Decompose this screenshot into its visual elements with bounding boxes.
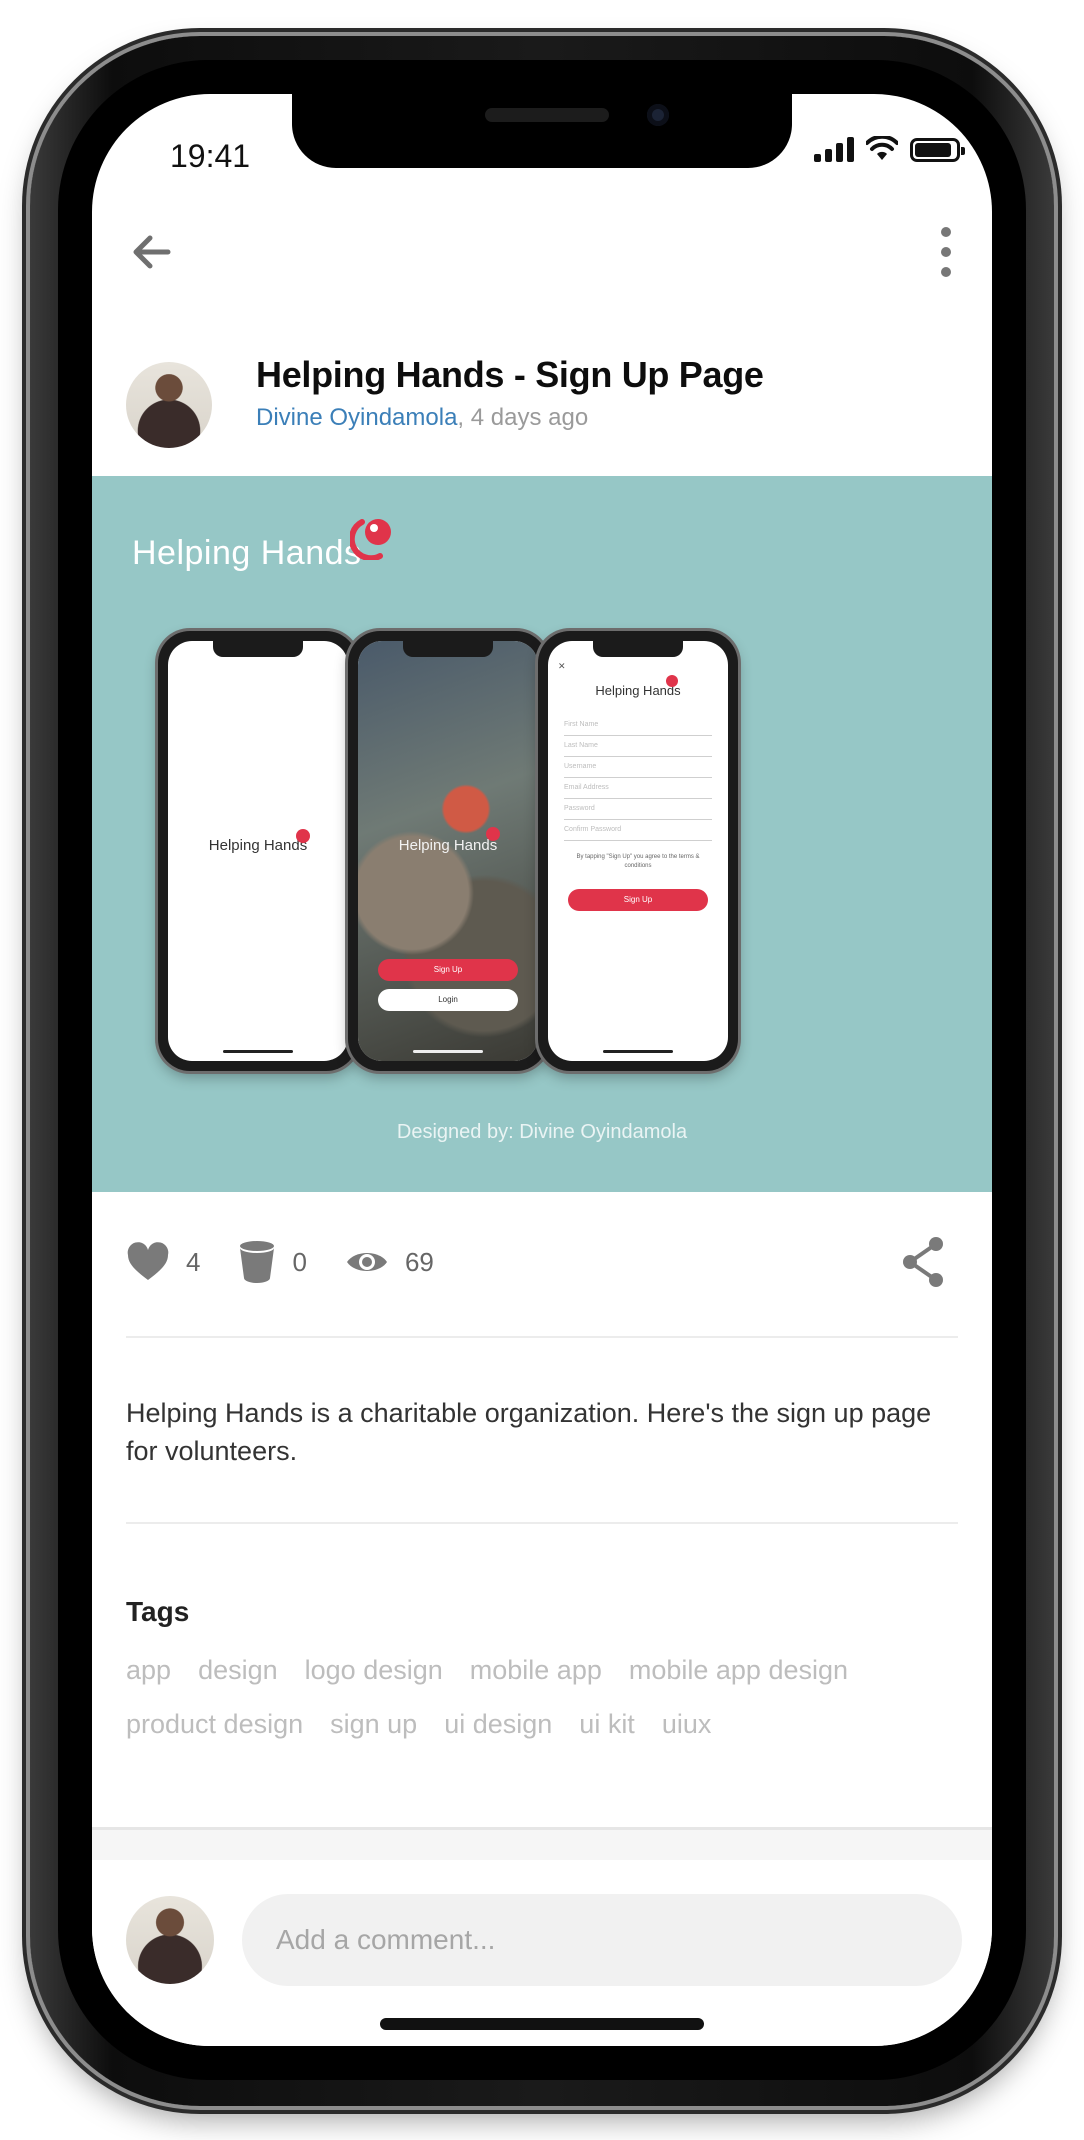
shot-image[interactable]: Helping Hands Helping Hands Helping Hand… <box>92 476 992 1192</box>
tag-list: app design logo design mobile app mobile app… <box>126 1652 966 1742</box>
tag-item[interactable]: product design <box>126 1706 303 1742</box>
bucket-icon[interactable] <box>238 1240 276 1284</box>
battery-icon <box>910 138 965 162</box>
mockup-notch <box>213 641 303 657</box>
phone-screen: 19:41 Helping Hands - Sign Up Page Divin… <box>92 94 992 2046</box>
bucket-stat[interactable]: 0 <box>238 1240 307 1284</box>
author-link[interactable]: Divine Oyindamola <box>256 404 457 431</box>
tag-item[interactable]: logo design <box>305 1652 443 1688</box>
mockup-signup-form: ✕ Helping Hands First Name Last Name Use… <box>538 631 738 1071</box>
view-stat: 69 <box>345 1247 434 1278</box>
mockup-field: Username <box>564 763 712 778</box>
mockup-field: First Name <box>564 721 712 736</box>
notch <box>292 94 792 168</box>
mockup-home-indicator <box>223 1050 293 1053</box>
tag-item[interactable]: mobile app <box>470 1652 602 1688</box>
arrow-left-icon[interactable] <box>124 224 180 280</box>
like-stat[interactable]: 4 <box>126 1242 200 1282</box>
mockup-close-icon: ✕ <box>558 661 566 671</box>
designed-by-credit: Designed by: Divine Oyindamola <box>396 1121 688 1143</box>
view-count: 69 <box>404 1246 434 1277</box>
mockup-login-button: Login <box>378 989 518 1011</box>
mockup-signup-button: Sign Up <box>568 889 708 911</box>
comment-bar-separator <box>92 1830 992 1860</box>
bucket-count: 0 <box>292 1246 307 1277</box>
shot-meta: Divine Oyindamola, 4 days ago <box>256 404 588 432</box>
tag-item[interactable]: design <box>198 1652 278 1688</box>
divider <box>126 1336 958 1338</box>
mockup-home-indicator <box>413 1050 483 1053</box>
heart-icon[interactable] <box>126 1242 170 1282</box>
author-avatar[interactable] <box>126 362 212 448</box>
mockup-notch <box>593 641 683 657</box>
mockup-screen: ✕ Helping Hands First Name Last Name Use… <box>548 641 728 1061</box>
logo-dot-icon <box>486 827 500 841</box>
mockup-logo: Helping Hands <box>595 683 681 698</box>
tag-item[interactable]: ui design <box>444 1706 552 1742</box>
logo-dot-icon <box>666 675 678 687</box>
signal-icon <box>814 136 854 162</box>
tag-item[interactable]: ui kit <box>579 1706 635 1742</box>
earpiece <box>485 108 609 122</box>
status-time: 19:41 <box>170 138 251 174</box>
status-icons <box>814 136 965 162</box>
mockup-splash: Helping Hands <box>158 631 358 1071</box>
mockup-home-indicator <box>603 1050 673 1053</box>
mockup-screen: Helping Hands Sign Up Login <box>358 641 538 1061</box>
tag-item[interactable]: mobile app design <box>629 1652 848 1688</box>
mockup-field: Email Address <box>564 784 712 799</box>
share-icon[interactable] <box>898 1234 948 1290</box>
preview-logo-text: Helping Hands <box>132 534 362 572</box>
mockup-field: Confirm Password <box>564 826 712 841</box>
logo-dot-icon <box>296 829 310 843</box>
home-indicator[interactable] <box>380 2018 704 2030</box>
tags-heading: Tags <box>126 1596 190 1627</box>
tag-item[interactable]: sign up <box>330 1706 417 1742</box>
mockup-logo: Helping Hands <box>208 837 308 854</box>
mockup-signup-button: Sign Up <box>378 959 518 981</box>
tag-item[interactable]: app <box>126 1652 171 1688</box>
battery-level <box>915 143 951 157</box>
eye-icon <box>346 1253 387 1271</box>
wifi-icon <box>866 136 898 160</box>
shot-title: Helping Hands - Sign Up Page <box>256 354 764 395</box>
more-vertical-icon[interactable] <box>926 222 966 282</box>
comment-input[interactable] <box>242 1894 962 1986</box>
logo-mark-icon <box>350 519 391 560</box>
mockup-notch <box>403 641 493 657</box>
shot-time-ago: 4 days ago <box>464 404 589 431</box>
mockup-welcome: Helping Hands Sign Up Login <box>348 631 548 1071</box>
front-camera <box>647 104 669 126</box>
current-user-avatar <box>126 1896 214 1984</box>
mockup-logo: Helping Hands <box>398 837 498 854</box>
shot-description: Helping Hands is a charitable organizati… <box>126 1398 932 1466</box>
mockup-field: Last Name <box>564 742 712 757</box>
comment-bar <box>92 1827 992 2046</box>
shot-stats: 4 0 69 <box>126 1240 472 1284</box>
mockup-terms: By tapping "Sign Up" you agree to the te… <box>576 854 700 869</box>
mockup-field: Password <box>564 805 712 820</box>
divider <box>126 1522 958 1524</box>
like-count: 4 <box>186 1246 201 1277</box>
tag-item[interactable]: uiux <box>662 1706 712 1742</box>
mockup-screen: Helping Hands <box>168 641 348 1061</box>
